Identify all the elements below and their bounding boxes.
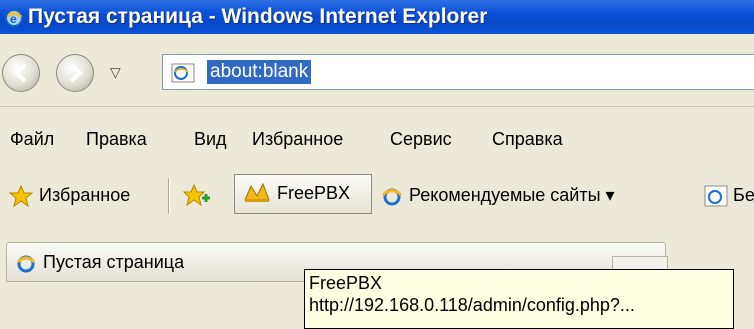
menu-view[interactable]: Вид: [194, 129, 227, 150]
suggested-sites-button[interactable]: Рекомендуемые сайты ▾: [380, 180, 615, 210]
forward-arrow-icon: [69, 63, 84, 83]
favorites-star-icon: [8, 184, 34, 208]
freepbx-label: FreePBX: [277, 183, 351, 203]
favorite-tooltip: FreePBX http://192.168.0.118/admin/confi…: [304, 269, 734, 329]
back-arrow-icon: [12, 63, 27, 83]
menu-tools[interactable]: Сервис: [390, 129, 452, 150]
menu-bar: Файл Правка Вид Избранное Сервис Справка: [0, 120, 754, 160]
add-to-favorites-bar-button[interactable]: [182, 180, 212, 210]
freepbx-icon: [243, 182, 271, 209]
svg-text:e: e: [10, 12, 17, 26]
menu-edit[interactable]: Правка: [86, 129, 147, 150]
suggested-sites-label: Рекомендуемые сайты ▾: [409, 185, 615, 205]
menu-file[interactable]: Файл: [10, 129, 54, 150]
ie-suggested-sites-icon: [381, 188, 403, 206]
ie-page-icon: [704, 185, 728, 207]
favorites-button[interactable]: Избранное: [8, 180, 130, 210]
back-button[interactable]: [2, 54, 40, 92]
truncated-favorite-label: Бе: [733, 185, 754, 205]
tooltip-url: http://192.168.0.118/admin/config.php?..…: [309, 295, 635, 315]
forward-button[interactable]: [56, 54, 94, 92]
add-favorite-star-icon: [182, 183, 210, 207]
window-title: Пустая страница - Windows Internet Explo…: [28, 5, 488, 28]
favorite-freepbx[interactable]: FreePBX: [234, 174, 372, 214]
address-field[interactable]: about:blank: [162, 54, 754, 90]
favorites-label: Избранное: [39, 185, 131, 205]
tab-title: Пустая страница: [43, 252, 185, 272]
menu-favorites[interactable]: Избранное: [252, 129, 343, 150]
recent-pages-dropdown[interactable]: ▽: [110, 64, 121, 81]
tooltip-title: FreePBX: [309, 273, 383, 293]
ie-page-icon: [171, 63, 195, 88]
menu-help[interactable]: Справка: [492, 129, 563, 150]
address-toolbar: ▽ about:blank: [0, 34, 754, 107]
address-url: about:blank: [207, 60, 312, 84]
favorite-truncated-item[interactable]: Бе: [704, 180, 754, 210]
toolbar-separator: [168, 178, 170, 214]
favorites-bar: Избранное FreePBX Рекомендуемые сайты ▾ …: [0, 160, 754, 230]
window-titlebar[interactable]: e Пустая страница - Windows Internet Exp…: [0, 0, 754, 34]
ie-tab-icon: [15, 252, 37, 279]
